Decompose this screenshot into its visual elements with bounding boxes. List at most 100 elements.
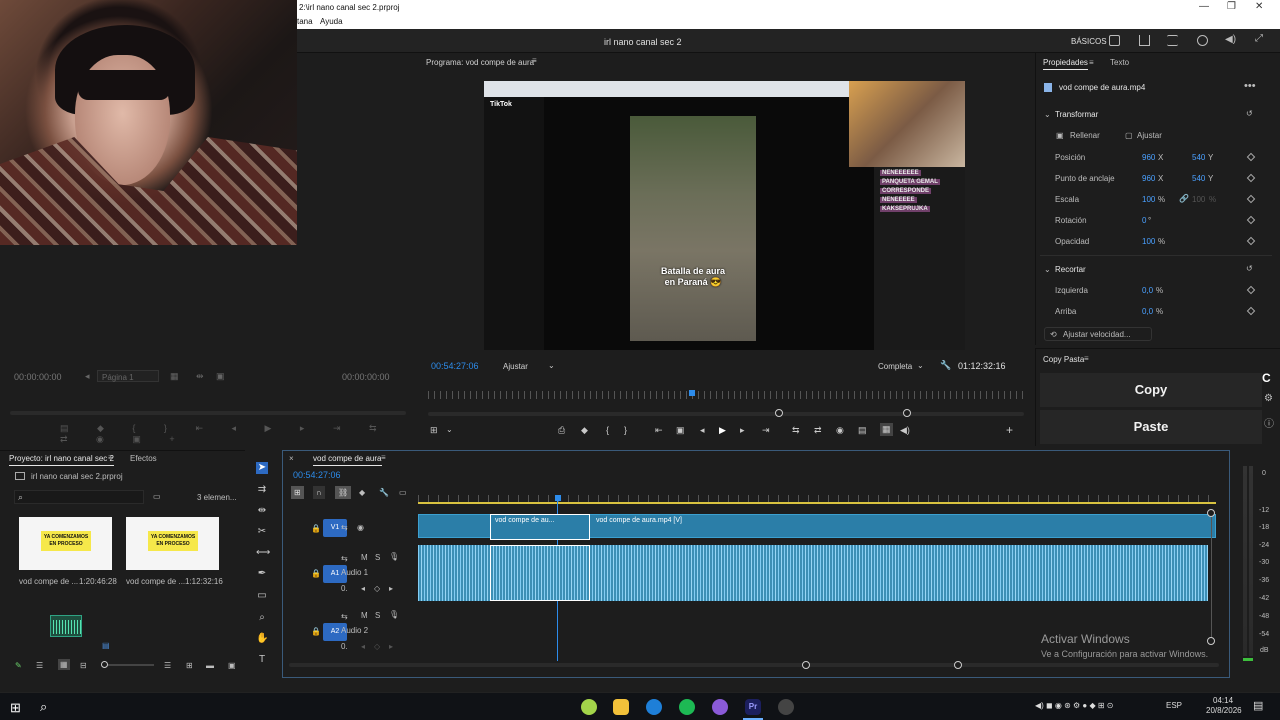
solo-button[interactable]: S [375,553,380,562]
close-icon[interactable]: ✕ [1255,1,1263,12]
nest-icon[interactable]: ⊞ [291,486,304,499]
chevron-down-icon[interactable]: ⌄ [1044,265,1051,274]
icon-view-icon[interactable]: ▦ [58,659,70,670]
play-icon[interactable]: ▶ [719,425,726,436]
step-back-icon[interactable]: ◂ [700,425,705,436]
add-marker-icon[interactable]: ◆ [359,488,365,497]
prev-keyframe-icon[interactable]: ◂ [361,642,365,651]
lift-icon[interactable]: ⇆ [792,425,800,436]
mark-out-icon[interactable]: } [624,425,627,435]
zoom-slider-handle[interactable] [101,661,108,668]
zoom-handle-right[interactable] [903,409,911,417]
source-scrubber[interactable] [10,411,406,415]
keyframe-icon[interactable] [1246,173,1256,183]
program-ruler[interactable] [428,391,1024,399]
fill-button[interactable]: Rellenar [1070,131,1100,140]
menu-item-help[interactable]: Ayuda [320,17,343,26]
program-video-frame[interactable]: TikTok Batalla de aura en Paraná 😎 NENEE… [484,81,965,350]
transform-section[interactable]: Transformar [1055,110,1098,119]
keyframe-icon[interactable] [1246,285,1256,295]
proxy-toggle-icon[interactable]: ▦ [880,423,893,436]
timeline-playhead-handle[interactable] [555,495,561,501]
tab-text[interactable]: Texto [1110,58,1129,67]
zoom-slider[interactable] [104,664,154,666]
keyframe-icon[interactable] [1246,306,1256,316]
mute-button[interactable]: M [361,611,368,620]
search-icon[interactable]: ⌕ [40,699,47,715]
lock-icon[interactable]: 🔒 [311,524,321,533]
share-icon[interactable] [1139,35,1150,46]
prev-keyframe-icon[interactable]: ◂ [361,584,365,593]
volume-knob-icon[interactable]: 0. [341,642,348,651]
safe-margins-icon[interactable]: ▣ [676,425,685,436]
panel-menu-icon[interactable]: ≡ [108,453,113,462]
windows-start-icon[interactable]: ⊞ [10,700,21,716]
program-menu-icon[interactable]: ≡ [532,56,537,65]
snap-icon[interactable]: ∩ [313,486,325,499]
program-zoom-bar[interactable] [428,412,1024,416]
solo-button[interactable]: S [375,611,380,620]
position-x[interactable]: 960 [1142,153,1155,162]
linked-selection-icon[interactable]: ⛓ [335,486,352,499]
search-input[interactable] [14,490,144,504]
zoom-tool-icon[interactable]: ⌕ [256,612,268,624]
project-item-name[interactable]: vod compe de ... [126,577,185,586]
pencil-icon[interactable]: ✎ [15,661,22,670]
extract-icon[interactable]: ⇄ [814,425,822,436]
list-icon[interactable] [1167,35,1178,46]
project-thumbnail[interactable]: YA COMENZAMOS EN PROCESO [126,517,219,570]
timeline-horizontal-scroll[interactable] [289,663,1219,667]
sync-lock-icon[interactable]: ⇆ [341,612,348,621]
lock-icon[interactable]: 🔒 [311,569,321,578]
volume-icon[interactable]: ◀) [900,425,910,436]
notifications-icon[interactable]: ▤ [1253,699,1263,712]
language-indicator[interactable]: ESP [1166,701,1182,710]
project-thumbnail[interactable]: YA COMENZAMOS EN PROCESO [19,517,112,570]
panel-menu-icon[interactable]: ≡ [1084,354,1089,363]
more-icon[interactable]: ••• [1244,80,1256,92]
info-icon[interactable]: ⓘ [1264,415,1274,430]
captions-icon[interactable]: ▭ [399,488,407,497]
sync-lock-icon[interactable]: ⇆ [341,554,348,563]
wrench-icon[interactable]: 🔧 [379,488,389,497]
go-to-in-icon[interactable]: ⇤ [655,425,663,436]
mic-icon[interactable]: 🎙 [389,610,399,619]
new-item-icon[interactable]: ▣ [228,661,236,670]
new-bin-icon[interactable]: ▭ [153,492,161,501]
next-keyframe-icon[interactable]: ▸ [389,642,393,651]
fit-dropdown[interactable]: Ajustar [503,362,528,371]
vertical-zoom-bar[interactable] [1211,511,1212,641]
type-tool-icon[interactable]: T [256,654,268,666]
list-view-icon[interactable]: ☰ [36,661,43,670]
file-explorer-icon[interactable] [613,699,629,715]
anchor-y[interactable]: 540 [1192,174,1205,183]
razor-tool-icon[interactable]: ✂ [256,526,268,538]
chevron-down-icon[interactable]: ⌄ [1044,110,1051,119]
workspace-label[interactable]: BÁSICOS [1071,37,1107,46]
clock-date[interactable]: 20/8/2026 [1206,706,1242,715]
zoom-handle-left[interactable] [775,409,783,417]
slip-tool-icon[interactable]: ⟷ [256,547,270,559]
keyframe-icon[interactable]: ◇ [374,642,380,651]
lock-icon[interactable]: 🔒 [311,627,321,636]
paste-button[interactable]: Paste [1040,410,1262,444]
anchor-x[interactable]: 960 [1142,174,1155,183]
keyframe-icon[interactable] [1246,236,1256,246]
keyframe-icon[interactable] [1246,215,1256,225]
reset-icon[interactable]: ↺ [1246,109,1253,118]
fullscreen-icon[interactable]: ⤢ [1255,33,1266,44]
compare-icon[interactable]: ▤ [858,425,867,436]
tab-properties[interactable]: Propiedades [1043,58,1088,70]
prev-page-icon[interactable]: ◂ [85,371,90,382]
fill-icon[interactable]: ▣ [1056,131,1064,140]
source-transport-controls[interactable]: ▤ ◆ { } ⇤ ◂ ▶ ▸ ⇥ ⇆ ⇄ ◉ ▣ + [60,423,400,444]
maximize-icon[interactable]: ❐ [1227,1,1236,12]
reset-icon[interactable]: ↺ [1246,264,1253,273]
rectangle-tool-icon[interactable]: ▭ [256,590,268,602]
mic-icon[interactable]: 🎙 [389,552,399,561]
keyframe-icon[interactable] [1246,152,1256,162]
sequence-tab[interactable]: vod compe de aura [313,454,382,466]
freeform-view-icon[interactable]: ⊟ [80,661,87,670]
tab-effects[interactable]: Efectos [130,454,157,463]
recording-app-icon[interactable] [778,699,794,715]
